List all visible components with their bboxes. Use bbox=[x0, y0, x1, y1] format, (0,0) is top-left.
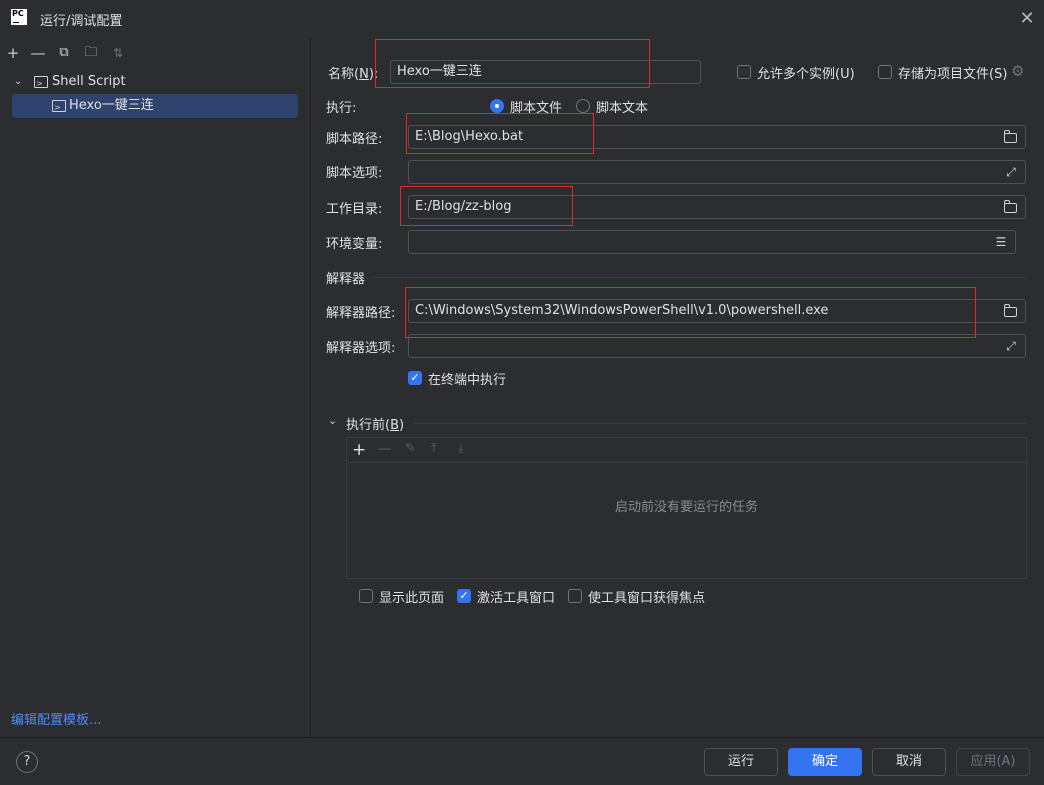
run-in-terminal-label: 在终端中执行 bbox=[428, 373, 507, 388]
show-page-checkbox[interactable] bbox=[359, 589, 373, 603]
interpreter-options-label: 解释器选项: bbox=[326, 341, 396, 356]
env-input[interactable] bbox=[408, 230, 1016, 254]
allow-multiple-checkbox[interactable] bbox=[737, 65, 751, 79]
terminal-icon bbox=[34, 70, 48, 96]
remove-task-icon[interactable]: — bbox=[378, 441, 392, 457]
window-title: 运行/调试配置 bbox=[40, 14, 123, 29]
script-options-input[interactable] bbox=[408, 160, 1026, 184]
radio-script-file-label: 脚本文件 bbox=[510, 101, 563, 116]
env-label: 环境变量: bbox=[326, 237, 383, 252]
pycharm-logo-icon: PC bbox=[11, 9, 27, 25]
allow-multiple-label: 允许多个实例(U) bbox=[757, 67, 855, 82]
show-page-label: 显示此页面 bbox=[379, 591, 445, 606]
browse-folder-icon[interactable] bbox=[1003, 130, 1017, 143]
store-as-file-checkbox[interactable] bbox=[878, 65, 892, 79]
focus-tool-window-label: 使工具窗口获得焦点 bbox=[588, 591, 706, 606]
browse-folder-icon[interactable] bbox=[1003, 200, 1017, 213]
script-path-input[interactable]: E:\Blog\Hexo.bat bbox=[408, 125, 1026, 149]
edit-templates-link[interactable]: 编辑配置模板... bbox=[11, 709, 101, 728]
workdir-label: 工作目录: bbox=[326, 202, 383, 217]
store-as-file-label: 存储为项目文件(S) bbox=[898, 67, 1008, 82]
close-icon[interactable]: ✕ bbox=[1018, 10, 1036, 28]
edit-pencil-icon[interactable]: ✎ bbox=[405, 441, 416, 456]
activate-tool-window-label: 激活工具窗口 bbox=[477, 591, 556, 606]
interpreter-section-title: 解释器 bbox=[326, 272, 366, 287]
activate-tool-window-checkbox[interactable]: ✓ bbox=[457, 589, 471, 603]
expand-icon[interactable]: ⤢ bbox=[1003, 338, 1019, 354]
browse-folder-icon[interactable] bbox=[1003, 304, 1017, 317]
add-config-icon[interactable]: + bbox=[4, 44, 22, 62]
terminal-icon bbox=[52, 94, 66, 120]
script-options-label: 脚本选项: bbox=[326, 166, 383, 181]
chevron-down-icon[interactable]: ⌄ bbox=[328, 414, 337, 427]
execute-label: 执行: bbox=[326, 101, 357, 116]
before-launch-header[interactable]: 执行前(B) bbox=[346, 414, 404, 433]
run-in-terminal-checkbox[interactable]: ✓ bbox=[408, 371, 422, 385]
move-down-icon[interactable]: ⤓ bbox=[458, 441, 464, 456]
apply-button[interactable]: 应用(A) bbox=[956, 748, 1030, 776]
section-divider bbox=[372, 277, 1026, 278]
focus-tool-window-checkbox[interactable] bbox=[568, 589, 582, 603]
empty-tasks-text: 启动前没有要运行的任务 bbox=[614, 500, 758, 515]
tree-group-shell-script[interactable]: ⌄ Shell Script bbox=[0, 70, 310, 96]
interpreter-options-input[interactable] bbox=[408, 334, 1026, 358]
cancel-button[interactable]: 取消 bbox=[872, 748, 946, 776]
radio-script-text[interactable] bbox=[576, 99, 590, 113]
interpreter-path-label: 解释器路径: bbox=[326, 306, 396, 321]
edit-env-icon[interactable]: ☰ bbox=[993, 234, 1009, 250]
interpreter-path-input[interactable]: C:\Windows\System32\WindowsPowerShell\v1… bbox=[408, 299, 1026, 323]
ok-button[interactable]: 确定 bbox=[788, 748, 862, 776]
gear-icon[interactable]: ⚙ bbox=[1011, 62, 1024, 80]
tasks-toolbar bbox=[347, 438, 1026, 463]
copy-config-icon[interactable]: ⧉ bbox=[55, 44, 73, 62]
run-button[interactable]: 运行 bbox=[704, 748, 778, 776]
script-path-label: 脚本路径: bbox=[326, 132, 383, 147]
expand-icon[interactable]: ⤢ bbox=[1003, 164, 1019, 180]
title-bar bbox=[0, 0, 1044, 38]
tree-group-label: Shell Script bbox=[52, 74, 126, 89]
section-divider bbox=[414, 423, 1026, 424]
chevron-down-icon[interactable]: ⌄ bbox=[14, 70, 22, 94]
add-task-icon[interactable]: + bbox=[352, 440, 366, 460]
radio-script-file[interactable] bbox=[490, 99, 504, 113]
move-up-icon[interactable]: ⤒ bbox=[431, 441, 437, 456]
new-folder-icon[interactable]: 🗀 bbox=[82, 44, 100, 62]
tree-item-label: Hexo一键三连 bbox=[69, 98, 154, 113]
help-button[interactable]: ? bbox=[16, 751, 38, 773]
config-sidebar bbox=[0, 38, 311, 737]
radio-script-text-label: 脚本文本 bbox=[596, 101, 649, 116]
workdir-input[interactable]: E:/Blog/zz-blog bbox=[408, 195, 1026, 219]
tree-item-hexo[interactable]: Hexo一键三连 bbox=[12, 94, 298, 120]
name-input[interactable]: Hexo一键三连 bbox=[390, 60, 701, 84]
remove-config-icon[interactable]: — bbox=[29, 44, 47, 62]
sort-icon[interactable]: ⇅ bbox=[109, 44, 127, 62]
name-label: 名称(N): bbox=[328, 67, 379, 82]
